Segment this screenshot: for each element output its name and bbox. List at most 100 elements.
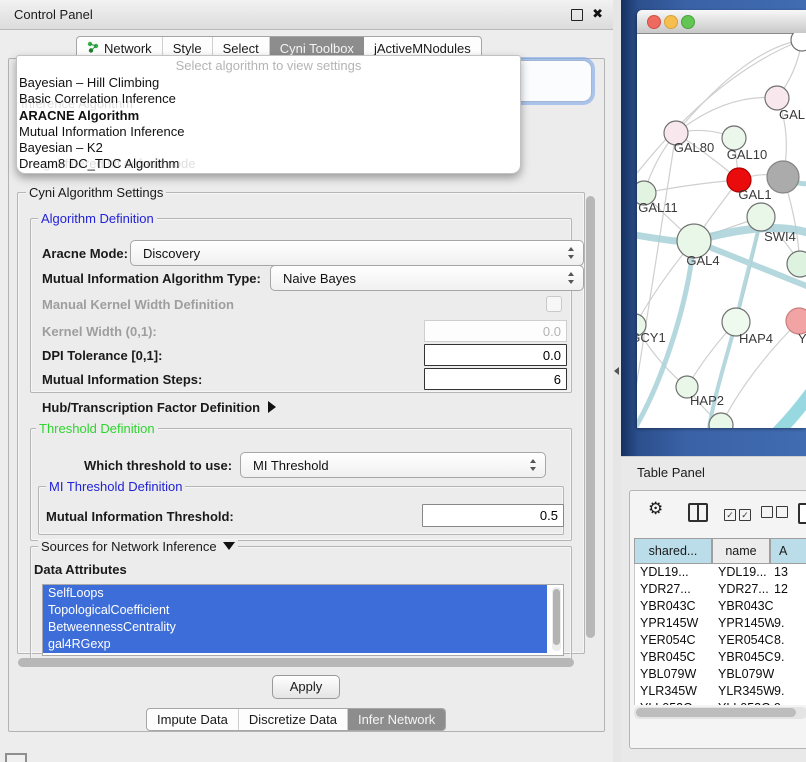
spinner-icon: [530, 459, 537, 471]
threshold-definition-title: Threshold Definition: [36, 422, 158, 435]
table-row[interactable]: YBR043CYBR043C: [635, 598, 806, 615]
tab-network-label: Network: [104, 41, 152, 56]
dpi-tolerance-label: DPI Tolerance [0,1]:: [42, 348, 162, 363]
settings-horizontal-scrollbar-thumb[interactable]: [18, 658, 574, 667]
which-threshold-combobox[interactable]: MI Threshold: [240, 452, 546, 478]
settings-horizontal-scrollbar[interactable]: [16, 657, 582, 669]
list-item[interactable]: SelfLoops: [43, 585, 547, 602]
app-root: Control Panel ✖ Network Style Select Cyn…: [0, 0, 806, 762]
table-horizontal-scrollbar[interactable]: [634, 707, 806, 719]
table-panel-window: ⚙ ✓✓ shared... name A YDL19...YDL19...13…: [629, 490, 806, 749]
table-row[interactable]: YDR27...YDR27...12: [635, 581, 806, 598]
list-scrollbar-thumb[interactable]: [553, 589, 560, 645]
close-traffic-light[interactable]: [647, 15, 661, 29]
table-row[interactable]: YPR145WYPR145W9.: [635, 615, 806, 632]
node[interactable]: [787, 251, 806, 277]
table-row[interactable]: YER054CYER054C8.: [635, 632, 806, 649]
mi-type-label: Mutual Information Algorithm Type:: [42, 271, 261, 286]
svg-text:GAL1: GAL1: [738, 187, 771, 202]
menu-item[interactable]: Bayesian – K2: [19, 140, 518, 156]
settings-vertical-scrollbar-thumb[interactable]: [586, 196, 595, 638]
menu-item[interactable]: Bayesian – Hill Climbing: [19, 75, 518, 91]
menu-item[interactable]: Mutual Information Inference: [19, 124, 518, 140]
aracne-mode-combobox[interactable]: Discovery: [130, 240, 584, 266]
table-horizontal-scrollbar-thumb[interactable]: [636, 708, 796, 717]
aracne-mode-label: Aracne Mode:: [42, 246, 128, 261]
svg-text:Y: Y: [798, 331, 806, 346]
tab-impute-data[interactable]: Impute Data: [147, 709, 239, 730]
settings-vertical-scrollbar[interactable]: [585, 192, 597, 654]
bottom-tabbar: Impute Data Discretize Data Infer Networ…: [146, 708, 446, 731]
list-item[interactable]: TopologicalCoefficient: [43, 602, 547, 619]
node-gray[interactable]: [767, 161, 799, 193]
list-item[interactable]: gal4RGexp: [43, 636, 547, 653]
document-icon[interactable]: [798, 503, 806, 524]
expand-right-icon: [268, 401, 276, 413]
network-canvas[interactable]: GAL GAL80 GAL10 GAL1 GAL11 SWI4 GAL4 GCY…: [637, 33, 806, 428]
splitter-collapse-icon[interactable]: [614, 367, 619, 375]
svg-text:HAP4: HAP4: [739, 331, 773, 346]
control-panel: Control Panel ✖ Network Style Select Cyn…: [0, 0, 614, 762]
minimized-panel-chip[interactable]: [5, 753, 27, 762]
algorithm-definition-title: Algorithm Definition: [38, 212, 157, 225]
network-window-titlebar[interactable]: [637, 10, 806, 34]
menu-item[interactable]: Dream8 DC_TDC Algorithm: [19, 156, 518, 172]
svg-text:SWI4: SWI4: [764, 229, 796, 244]
table-panel-title: Table Panel: [637, 465, 705, 480]
menu-item[interactable]: Basic Correlation Inference: [19, 91, 518, 107]
algorithm-dropdown-prompt: Select algorithm to view settings: [17, 58, 520, 73]
table-row[interactable]: YBL079WYBL079W: [635, 666, 806, 683]
mi-steps-label: Mutual Information Steps:: [42, 372, 202, 387]
kernel-width-label: Kernel Width (0,1):: [42, 324, 157, 339]
close-icon[interactable]: ✖: [592, 6, 603, 22]
minimize-traffic-light[interactable]: [664, 15, 678, 29]
svg-text:GAL11: GAL11: [638, 200, 678, 215]
menu-item-selected[interactable]: ARACNE Algorithm: [19, 108, 518, 124]
node[interactable]: [791, 33, 806, 51]
cyni-algorithm-settings-title: Cyni Algorithm Settings: [26, 186, 166, 199]
panel-splitter[interactable]: [613, 0, 621, 762]
spinner-icon: [568, 272, 575, 284]
mi-type-combobox[interactable]: Naive Bayes: [270, 265, 584, 291]
table-row[interactable]: YLR345WYLR345W9.: [635, 683, 806, 700]
svg-text:GAL4: GAL4: [686, 253, 719, 268]
network-icon: [87, 41, 99, 56]
node-swi4[interactable]: [747, 203, 775, 231]
list-item[interactable]: BetweennessCentrality: [43, 619, 547, 636]
data-attributes-list[interactable]: SelfLoops TopologicalCoefficient Between…: [42, 584, 564, 656]
svg-text:GAL10: GAL10: [727, 147, 767, 162]
table-panel: Table Panel ⚙ ✓✓ shared... name A YDL19.…: [621, 456, 806, 762]
dpi-tolerance-input[interactable]: [424, 344, 567, 366]
select-all-checks-icon[interactable]: ✓✓: [724, 506, 751, 521]
kernel-width-input[interactable]: [424, 320, 567, 342]
deselect-all-checks-icon[interactable]: [761, 506, 788, 521]
table-row[interactable]: YLL052CYLL052C9: [635, 700, 806, 705]
zoom-traffic-light[interactable]: [681, 15, 695, 29]
network-window: GAL GAL80 GAL10 GAL1 GAL11 SWI4 GAL4 GCY…: [637, 10, 806, 428]
columns-icon[interactable]: [688, 503, 708, 522]
manual-kernel-checkbox[interactable]: [546, 296, 562, 312]
svg-text:HAP2: HAP2: [690, 393, 724, 408]
column-header-shared-name[interactable]: shared...: [634, 538, 712, 564]
data-attributes-label: Data Attributes: [34, 562, 127, 577]
sources-group-title[interactable]: Sources for Network Inference: [38, 540, 238, 553]
svg-text:GAL80: GAL80: [674, 140, 714, 155]
table-row[interactable]: YBR045CYBR045C9.: [635, 649, 806, 666]
mi-threshold-input[interactable]: [422, 504, 564, 527]
hub-definition-expander[interactable]: Hub/Transcription Factor Definition: [42, 400, 276, 415]
table-row[interactable]: YDL19...YDL19...13: [635, 564, 806, 581]
column-header-name[interactable]: name: [712, 538, 770, 564]
svg-text:GCY1: GCY1: [637, 330, 666, 345]
float-window-icon[interactable]: [571, 9, 583, 21]
control-panel-title: Control Panel: [14, 7, 93, 22]
table-body: YDL19...YDL19...13 YDR27...YDR27...12 YB…: [634, 564, 806, 705]
list-scrollbar[interactable]: [552, 587, 561, 651]
apply-button[interactable]: Apply: [272, 675, 340, 699]
algorithm-dropdown-popup: Select algorithm to view settings Infere…: [16, 55, 521, 174]
tab-infer-network[interactable]: Infer Network: [348, 709, 445, 730]
mi-threshold-group-title: MI Threshold Definition: [46, 480, 185, 493]
mi-steps-input[interactable]: [424, 368, 567, 390]
column-header-partial[interactable]: A: [770, 538, 806, 564]
gear-icon[interactable]: ⚙: [648, 499, 663, 519]
tab-discretize-data[interactable]: Discretize Data: [239, 709, 348, 730]
